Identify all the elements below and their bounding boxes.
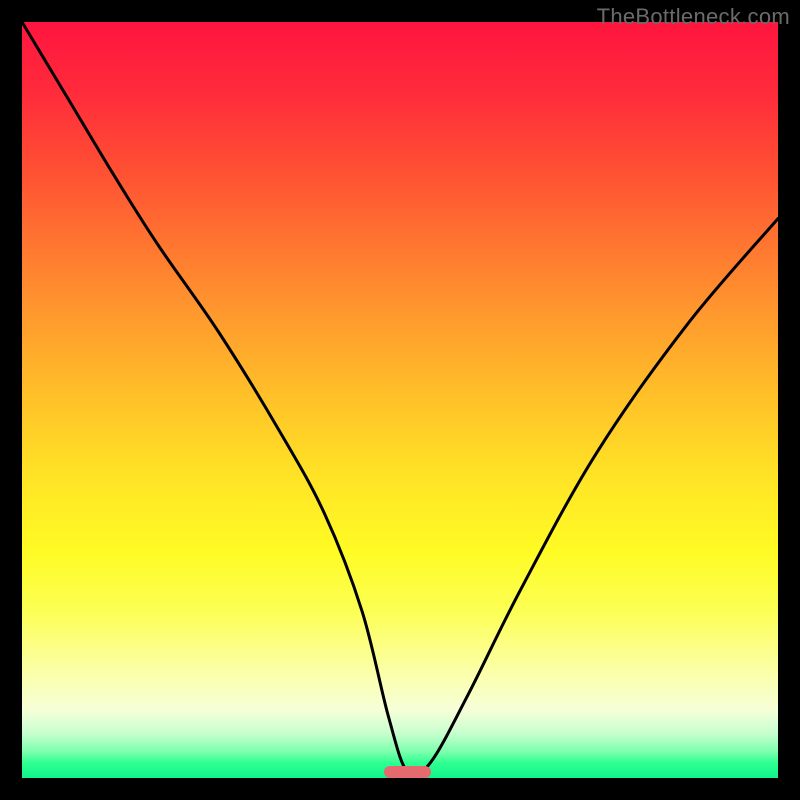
watermark-text: TheBottleneck.com [597, 4, 790, 30]
chart-frame: TheBottleneck.com [0, 0, 800, 800]
plot-area [22, 22, 778, 778]
bottleneck-curve [22, 22, 778, 778]
optimal-point-marker [384, 766, 431, 778]
curve-path [22, 22, 778, 776]
